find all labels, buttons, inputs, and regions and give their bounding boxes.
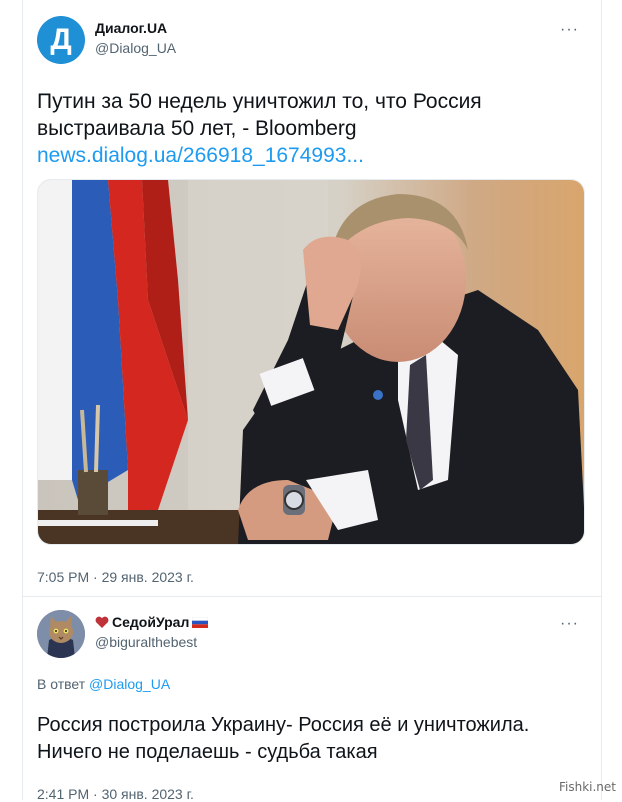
reply-prefix: В ответ <box>37 676 86 692</box>
russian-flag-icon <box>192 616 209 628</box>
heart-icon <box>95 616 109 628</box>
tweet-text: Россия построила Украину- Россия её и ун… <box>37 714 530 763</box>
divider <box>23 596 601 597</box>
avatar-letter: Д <box>50 23 72 56</box>
tweet-dialog[interactable]: Д Диалог.UA @Dialog_UA ··· Путин за 50 н… <box>37 16 585 585</box>
display-name[interactable]: Диалог.UA <box>95 20 176 36</box>
timeline-frame: Д Диалог.UA @Dialog_UA ··· Путин за 50 н… <box>22 0 602 802</box>
photo-illustration <box>38 180 584 544</box>
tweet-text-body: Путин за 50 недель уничтожил то, что Рос… <box>37 90 482 140</box>
tweet-header: Д Диалог.UA @Dialog_UA ··· <box>37 16 585 66</box>
more-options-icon[interactable]: ··· <box>560 22 579 38</box>
tweet-reply[interactable]: СедойУрал @biguralthebest ··· В ответ @D… <box>37 610 585 802</box>
display-name-row[interactable]: СедойУрал <box>95 614 209 630</box>
display-name: СедойУрал <box>112 614 190 630</box>
avatar[interactable] <box>37 610 85 658</box>
tweet-timestamp[interactable]: 7:05 PM · 29 янв. 2023 г. <box>37 569 585 585</box>
author-block: СедойУрал @biguralthebest <box>95 614 209 650</box>
tweet-link[interactable]: news.dialog.ua/266918_1674993... <box>37 144 364 167</box>
author-block: Диалог.UA @Dialog_UA <box>95 20 176 56</box>
more-options-icon[interactable]: ··· <box>560 616 579 632</box>
reply-handle-link[interactable]: @Dialog_UA <box>89 676 170 692</box>
avatar[interactable]: Д <box>37 16 85 64</box>
tweet-header: СедойУрал @biguralthebest ··· <box>37 610 585 660</box>
cat-avatar-icon <box>37 610 85 658</box>
tweet-photo[interactable] <box>37 179 585 545</box>
tweet-text: Путин за 50 недель уничтожил то, что Рос… <box>37 88 585 169</box>
reply-context: В ответ @Dialog_UA <box>37 676 585 692</box>
handle[interactable]: @biguralthebest <box>95 634 208 650</box>
handle[interactable]: @Dialog_UA <box>95 40 176 56</box>
watermark: Fishki.net <box>558 780 616 794</box>
